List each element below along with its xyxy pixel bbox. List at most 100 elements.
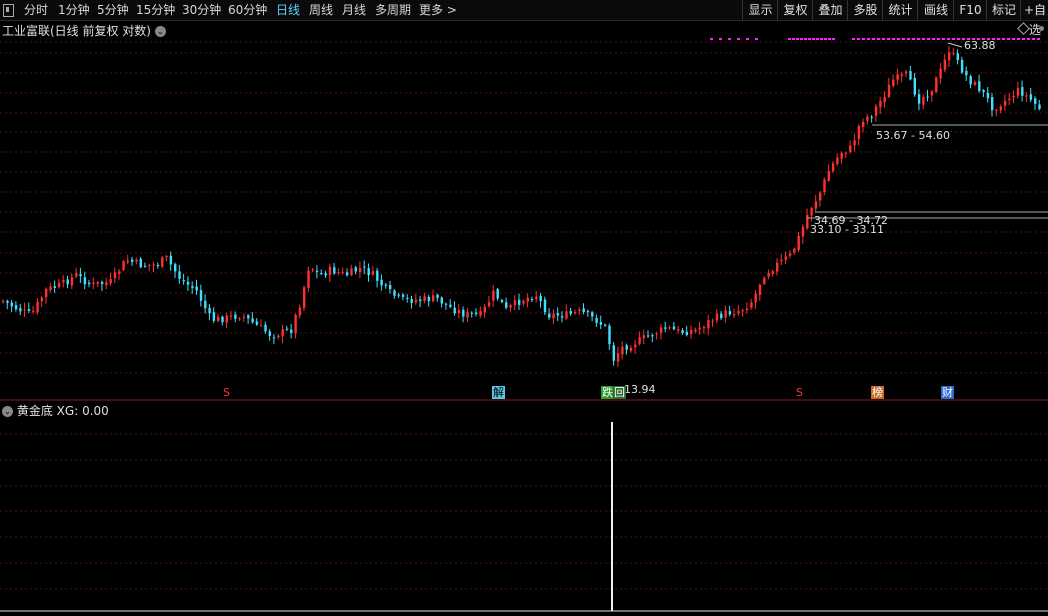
candle-body <box>242 316 246 318</box>
candle-body <box>363 266 366 268</box>
candle-body <box>496 289 499 299</box>
candle-body <box>930 91 934 96</box>
candle-body <box>849 145 852 153</box>
signal-dot <box>1012 38 1015 40</box>
signal-dot <box>820 38 823 40</box>
candle-body <box>277 335 280 338</box>
candle-body <box>814 201 818 209</box>
candle-body <box>999 106 1002 111</box>
candle-body <box>831 163 835 172</box>
candle-body <box>143 265 147 267</box>
candle-body <box>784 256 787 260</box>
candle-body <box>483 306 486 313</box>
candle-body <box>827 171 830 181</box>
candle-body <box>186 282 190 285</box>
finance-marker[interactable]: 财 <box>941 386 954 399</box>
signal-dot <box>1032 38 1035 40</box>
low-label: 13.94 <box>624 383 656 396</box>
s-marker-1[interactable]: S <box>222 386 231 399</box>
candle-body <box>466 312 469 318</box>
candle-body <box>668 327 671 329</box>
kline-chart[interactable]: 53.67 - 54.6034.69 - 34.7233.10 - 33.116… <box>0 0 1048 616</box>
signal-dot <box>907 38 910 40</box>
candle-body <box>45 288 48 298</box>
candle-body <box>457 310 461 314</box>
candle-body <box>518 299 521 305</box>
candle-body <box>986 92 990 99</box>
candle-body <box>874 106 878 116</box>
candle-body <box>247 315 250 319</box>
candle-body <box>324 273 327 276</box>
candle-body <box>659 327 663 334</box>
candle-body <box>539 295 542 302</box>
signal-dot <box>1022 38 1025 40</box>
candle-body <box>139 258 142 268</box>
candle-body <box>608 325 611 345</box>
candle-body <box>354 267 357 272</box>
candle-body <box>956 53 959 61</box>
candle-body <box>307 270 310 289</box>
candle-body <box>973 82 977 85</box>
indicator-label: XG: <box>56 404 79 418</box>
signal-dot <box>867 38 870 40</box>
candle-body <box>655 333 658 335</box>
candle-body <box>664 327 667 329</box>
candle-body <box>264 324 267 332</box>
candle-body <box>1029 94 1033 100</box>
range-label-2: 33.10 - 33.11 <box>810 223 884 236</box>
candle-body <box>100 281 104 285</box>
signal-dot <box>792 38 795 40</box>
candle-body <box>887 84 891 97</box>
s-marker-2[interactable]: S <box>795 386 804 399</box>
signal-dot <box>952 38 955 40</box>
candle-body <box>406 297 409 299</box>
candle-body <box>290 329 293 334</box>
indicator-value: 0.00 <box>82 404 109 418</box>
candle-body <box>371 271 375 275</box>
candle-body <box>92 282 95 284</box>
candle-body <box>212 312 216 321</box>
candle-body <box>952 53 955 55</box>
signal-dot <box>1017 38 1020 40</box>
signal-dot <box>804 38 807 40</box>
candle-body <box>883 96 886 103</box>
candle-body <box>788 253 792 256</box>
candle-body <box>350 268 353 276</box>
candle-body <box>367 267 370 276</box>
signal-dot <box>997 38 1000 40</box>
candle-body <box>965 71 968 76</box>
candle-body <box>79 273 82 277</box>
candle-body <box>573 312 577 314</box>
return-marker[interactable]: 回 <box>613 386 626 399</box>
candle-body <box>642 335 646 339</box>
candle-body <box>939 68 942 79</box>
candle-body <box>251 318 254 323</box>
list-marker[interactable]: 榜 <box>871 386 884 399</box>
candle-body <box>229 315 233 317</box>
signal-dot <box>852 38 855 40</box>
unlock-marker[interactable]: 解 <box>492 386 505 399</box>
candle-body <box>810 208 813 216</box>
signal-dot <box>912 38 915 40</box>
chevron-down-icon[interactable]: ⌄ <box>2 406 13 417</box>
signal-dot <box>892 38 895 40</box>
candle-body <box>612 345 615 361</box>
candle-body <box>565 311 568 319</box>
candle-body <box>509 305 512 308</box>
candle-body <box>866 116 869 122</box>
candle-body <box>569 311 572 314</box>
candle-body <box>384 284 388 286</box>
signal-dot <box>755 38 758 40</box>
signal-dot <box>796 38 799 40</box>
candle-body <box>801 226 805 237</box>
candle-body <box>178 271 181 279</box>
signal-dot <box>812 38 815 40</box>
candle-body <box>432 295 435 302</box>
candle-body <box>169 255 173 265</box>
signal-dot <box>957 38 960 40</box>
candle-body <box>625 345 628 350</box>
candle-body <box>715 313 719 321</box>
signal-dot <box>808 38 811 40</box>
candle-body <box>315 270 319 272</box>
candle-body <box>49 286 52 290</box>
